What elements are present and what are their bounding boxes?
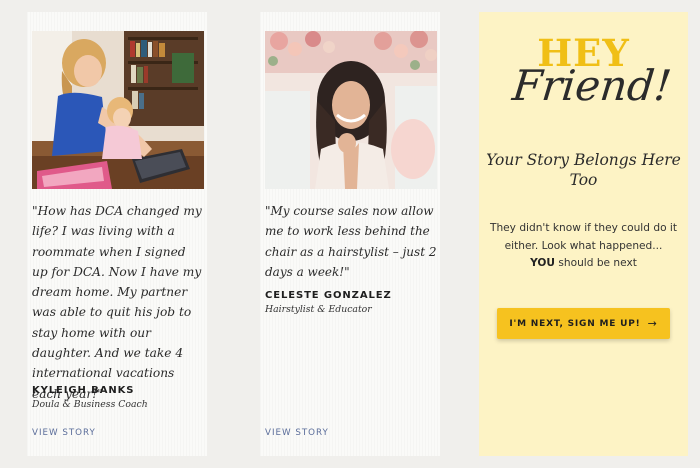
- photo-celeste: [265, 31, 437, 189]
- testimonial-role: Doula & Business Coach: [32, 399, 148, 410]
- view-story-link[interactable]: VIEW STORY: [265, 428, 329, 438]
- cta-headline: Your Story Belongs Here Too: [486, 151, 681, 189]
- arrow-right-icon: →: [647, 317, 658, 330]
- view-story-link[interactable]: VIEW STORY: [32, 428, 96, 438]
- testimonial-name: KYLEIGH BANKS: [32, 385, 135, 396]
- cta-description-text: They didn't know if they could do it eit…: [489, 222, 678, 252]
- sign-me-up-button[interactable]: I'M NEXT, SIGN ME UP! →: [497, 308, 670, 339]
- cta-friend-script: Friend!: [510, 61, 674, 110]
- testimonial-quote: "How has DCA changed my life? I was livi…: [32, 204, 202, 401]
- testimonial-card-celeste: "My course sales now allow me to work le…: [260, 12, 440, 456]
- testimonial-card-kyleigh: "How has DCA changed my life? I was livi…: [27, 12, 207, 456]
- testimonial-quote: "My course sales now allow me to work le…: [265, 204, 437, 279]
- cta-description-bold: YOU: [530, 257, 555, 269]
- cta-panel: HEY Friend! Your Story Belongs Here Too …: [479, 12, 688, 456]
- sign-me-up-label: I'M NEXT, SIGN ME UP!: [509, 318, 641, 329]
- photo-kyleigh: [32, 31, 204, 189]
- cta-description: They didn't know if they could do it eit…: [489, 220, 678, 273]
- cta-description-tail: should be next: [554, 257, 637, 269]
- testimonial-role: Hairstylist & Educator: [265, 304, 372, 315]
- testimonial-name: CELESTE GONZALEZ: [265, 290, 392, 301]
